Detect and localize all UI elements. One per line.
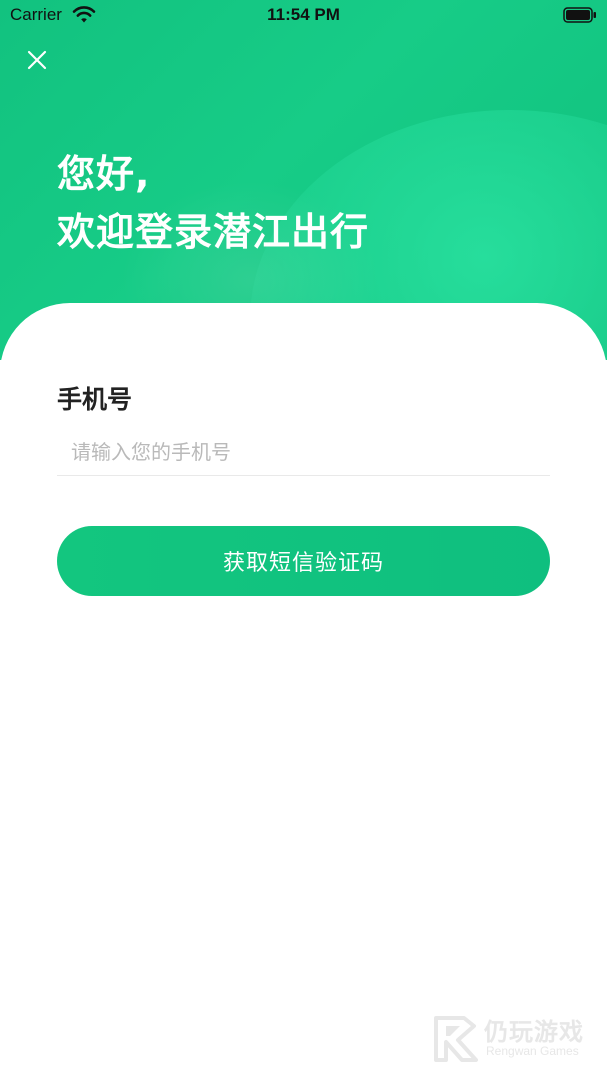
close-button[interactable] xyxy=(22,46,52,76)
greeting-line-2: 欢迎登录潜江出行 xyxy=(57,210,370,254)
watermark-subtitle: Rengwan Games xyxy=(486,1044,579,1058)
greeting-line-1: 您好, xyxy=(57,152,151,196)
battery-icon xyxy=(563,7,597,23)
phone-input[interactable] xyxy=(57,428,550,476)
status-bar: Carrier 11:54 PM xyxy=(0,0,607,30)
login-card xyxy=(0,303,607,1080)
phone-label: 手机号 xyxy=(57,385,133,414)
watermark-title: 仍玩游戏 xyxy=(484,1018,584,1046)
watermark: 仍玩游戏 Rengwan Games xyxy=(430,1010,600,1070)
status-time: 11:54 PM xyxy=(267,5,340,24)
rengwan-logo-icon xyxy=(432,1014,480,1064)
welcome-heading: 您好, 欢迎登录潜江出行 xyxy=(57,145,369,261)
close-icon xyxy=(27,50,47,70)
get-sms-code-button[interactable]: 获取短信验证码 xyxy=(57,526,550,596)
